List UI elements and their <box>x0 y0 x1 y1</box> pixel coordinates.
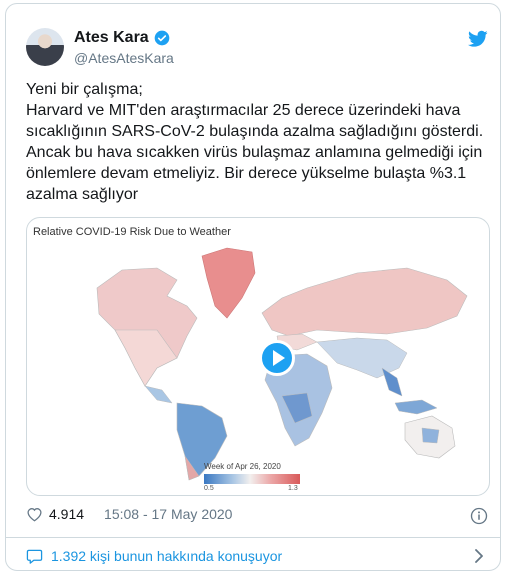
tweet-media-video[interactable]: Relative COVID-19 Risk Due to Weather We… <box>26 217 490 496</box>
play-icon <box>272 350 285 366</box>
divider <box>6 537 500 538</box>
display-name[interactable]: Ates Kara <box>74 29 149 47</box>
timestamp[interactable]: 15:08 - 17 May 2020 <box>104 506 232 522</box>
legend-color-bar <box>204 474 300 484</box>
info-icon[interactable] <box>470 507 488 525</box>
conversation-text: 1.392 kişi bunun hakkında konuşuyor <box>51 548 283 564</box>
legend-min: 0.5 <box>204 485 214 492</box>
tweet-text: Yeni bir çalışma; Harvard ve MIT'den ara… <box>26 81 484 203</box>
conversation-link[interactable]: 1.392 kişi bunun hakkında konuşuyor <box>26 548 282 564</box>
tweet-card: Ates Kara @AtesAtesKara Yeni bir çalışma… <box>5 3 501 571</box>
play-button[interactable] <box>259 340 295 376</box>
chevron-right-icon[interactable] <box>473 549 485 563</box>
verified-badge-icon <box>154 30 170 46</box>
twitter-bird-icon[interactable] <box>468 30 488 48</box>
world-risk-map <box>96 247 468 481</box>
chart-title: Relative COVID-19 Risk Due to Weather <box>33 226 231 238</box>
speech-bubble-icon <box>26 549 43 564</box>
heart-icon[interactable] <box>26 506 43 522</box>
like-count[interactable]: 4.914 <box>49 506 84 522</box>
week-label: Week of Apr 26, 2020 <box>204 462 281 471</box>
tweet-actions: 4.914 15:08 - 17 May 2020 <box>26 506 232 522</box>
author-name-row: Ates Kara <box>74 29 170 47</box>
legend-max: 1.3 <box>288 485 298 492</box>
avatar[interactable] <box>26 28 64 66</box>
handle[interactable]: @AtesAtesKara <box>74 50 174 66</box>
